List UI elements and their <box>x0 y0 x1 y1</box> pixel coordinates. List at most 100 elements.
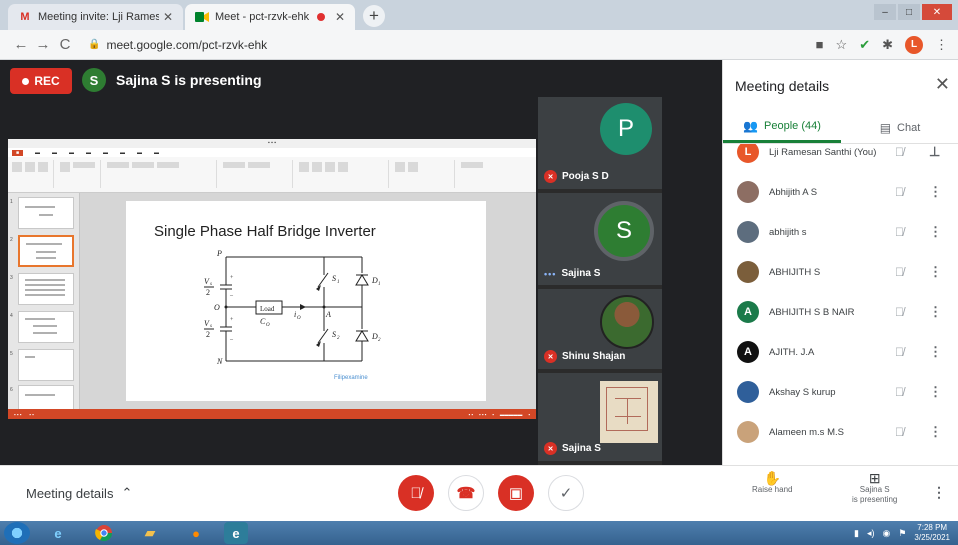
tab-chat-label: Chat <box>897 121 921 134</box>
pin-icon[interactable]: ⊥ <box>929 144 940 160</box>
more-icon[interactable]: ⋮ <box>929 304 942 320</box>
camera-toggle-button[interactable]: ▣ <box>498 475 534 511</box>
participant-tile[interactable]: ✕ Shinu Shajan <box>538 289 662 369</box>
slide-thumbnail[interactable] <box>18 197 74 229</box>
raise-hand-button[interactable]: ✋ Raise hand <box>752 471 793 495</box>
window-close-button[interactable]: ✕ <box>922 4 952 20</box>
person-name: Akshay S kurup <box>769 386 836 398</box>
more-icon[interactable]: ⋮ <box>929 424 942 440</box>
list-item[interactable]: Abhijith A S 🎙̸ ⋮ <box>723 172 958 212</box>
participant-tile[interactable]: S ••• Sajina S <box>538 193 662 285</box>
list-item[interactable]: A ABHIJITH S B NAIR 🎙̸ ⋮ <box>723 292 958 332</box>
mic-off-icon: ✕ <box>544 350 557 363</box>
ppt-menu-bar: ■ ▬ ▬ ▬ ▬ ▬ ▬ ▬ ▬ <box>8 148 536 157</box>
captions-button[interactable]: ✓ <box>548 475 584 511</box>
clock-date: 3/25/2021 <box>914 533 950 542</box>
avatar <box>737 381 759 403</box>
list-item[interactable]: L Lji Ramesan Santhi (You) 🎙̸ ⊥ <box>723 144 958 172</box>
slide-thumbnail[interactable] <box>18 235 74 267</box>
person-name: Lji Ramesan Santhi (You) <box>769 146 877 158</box>
chrome-icon[interactable] <box>86 522 122 544</box>
maximize-button[interactable]: □ <box>898 4 920 20</box>
participant-tile[interactable]: ✕ Sajina S <box>538 373 662 461</box>
mic-off-icon: ✕ <box>544 170 557 183</box>
participant-tiles: P ✕ Pooja S D S ••• Sajina S ✕ Shinu Shajan… <box>538 97 662 465</box>
ppt-title-bar: ▪ ▪ ▪ <box>8 139 536 148</box>
list-item[interactable]: abhijith s 🎙̸ ⋮ <box>723 212 958 252</box>
more-icon[interactable]: ⋮ <box>929 264 942 280</box>
participant-tile[interactable]: P ✕ Pooja S D <box>538 97 662 189</box>
start-button[interactable] <box>4 522 30 544</box>
list-item[interactable]: A AJITH. J.A 🎙̸ ⋮ <box>723 332 958 372</box>
svg-text:–: – <box>229 293 234 299</box>
volume-icon[interactable]: ◂) <box>867 528 875 539</box>
tab-meet[interactable]: Meet - pct-rzvk-ehk ✕ <box>185 4 355 30</box>
camera-off-icon: ▣ <box>508 485 524 502</box>
minimize-button[interactable]: – <box>874 4 896 20</box>
list-item[interactable]: Akshay S kurup 🎙̸ ⋮ <box>723 372 958 412</box>
avatar <box>737 181 759 203</box>
record-dot-icon <box>22 77 30 85</box>
meeting-details-label: Meeting details <box>26 485 114 501</box>
reload-icon[interactable]: C <box>54 36 76 53</box>
close-icon[interactable]: ✕ <box>163 10 173 24</box>
svg-text:–: – <box>229 337 234 343</box>
tab-gmail[interactable]: M Meeting invite: Lji Ramesan San ✕ <box>8 4 183 30</box>
chrome-tray-icon[interactable]: ◉ <box>882 528 890 539</box>
clock[interactable]: 7:28 PM 3/25/2021 <box>914 523 950 543</box>
more-icon[interactable]: ⋮ <box>929 384 942 400</box>
network-icon[interactable]: ▮ <box>854 528 859 539</box>
people-icon: 👥 <box>743 119 759 133</box>
browser-menu-icon[interactable]: ⋮ <box>935 37 948 53</box>
node-p-label: P <box>216 249 222 258</box>
check-extension-icon[interactable]: ✔ <box>859 37 870 53</box>
edge-icon[interactable]: e <box>224 522 248 544</box>
firefox-icon[interactable]: ● <box>178 522 214 544</box>
avatar <box>737 221 759 243</box>
close-icon[interactable]: ✕ <box>935 74 950 95</box>
bookmark-star-icon[interactable]: ☆ <box>836 37 848 53</box>
os-taskbar: e ▰ ● e ▮ ◂) ◉ ⚑ 7:28 PM 3/25/2021 <box>0 521 958 545</box>
list-item[interactable]: Alameen m.s M.S 🎙̸ ⋮ <box>723 412 958 452</box>
participant-avatar: S <box>594 201 654 261</box>
raise-hand-label: Raise hand <box>752 485 793 494</box>
more-icon[interactable]: ⋮ <box>929 184 942 200</box>
url-field[interactable]: 🔒 meet.google.com/pct-rzvk-ehk <box>88 38 267 52</box>
camera-icon[interactable]: ■ <box>816 37 824 52</box>
slide-thumbnail[interactable] <box>18 273 74 305</box>
back-icon[interactable]: ← <box>10 36 32 53</box>
url-text: meet.google.com/pct-rzvk-ehk <box>106 37 268 52</box>
slide-thumbnail[interactable] <box>18 311 74 343</box>
tab-chat[interactable]: ▤ Chat <box>841 112 958 143</box>
s1-label: S <box>332 274 336 283</box>
new-tab-button[interactable]: + <box>363 5 385 27</box>
current-slide: Single Phase Half Bridge Inverter + – + … <box>126 201 486 401</box>
extension-puzzle-icon[interactable]: ✱ <box>882 37 893 53</box>
meeting-details-button[interactable]: Meeting details ⌃ <box>26 485 132 501</box>
list-item[interactable]: ABHIJITH S 🎙̸ ⋮ <box>723 252 958 292</box>
shared-screen-powerpoint: ▪ ▪ ▪ ■ ▬ ▬ ▬ ▬ ▬ ▬ ▬ ▬ 1 2 3 4 5 6 Sing… <box>8 139 536 419</box>
more-icon[interactable]: ⋮ <box>929 344 942 360</box>
flag-icon[interactable]: ⚑ <box>898 528 906 539</box>
mic-toggle-button[interactable]: 🎙̸ <box>398 475 434 511</box>
meeting-stage: REC S Sajina S is presenting ▪ ▪ ▪ ■ ▬ ▬ ▬ ▬… <box>0 60 722 465</box>
presenting-button[interactable]: ⊞ Sajina S is presenting <box>852 471 897 505</box>
more-icon[interactable]: ⋮ <box>929 224 942 240</box>
node-o-label: O <box>214 303 220 312</box>
people-list: L Lji Ramesan Santhi (You) 🎙̸ ⊥ Abhijith… <box>723 144 958 465</box>
clock-time: 7:28 PM <box>917 523 948 532</box>
profile-avatar[interactable]: L <box>905 35 923 54</box>
folder-icon[interactable]: ▰ <box>132 522 168 544</box>
node-a-label: A <box>325 310 331 319</box>
load-label: Load <box>260 305 275 313</box>
avatar <box>737 261 759 283</box>
slide-thumbnail[interactable] <box>18 349 74 381</box>
hang-up-icon: ☎ <box>456 485 476 502</box>
forward-icon[interactable]: → <box>32 36 54 53</box>
recording-badge: REC <box>10 68 72 94</box>
leave-call-button[interactable]: ☎ <box>448 475 484 511</box>
close-icon[interactable]: ✕ <box>335 10 345 24</box>
more-options-icon[interactable]: ⋮ <box>932 484 946 501</box>
ie-icon[interactable]: e <box>40 522 76 544</box>
tab-people[interactable]: 👥 People (44) <box>723 112 841 143</box>
